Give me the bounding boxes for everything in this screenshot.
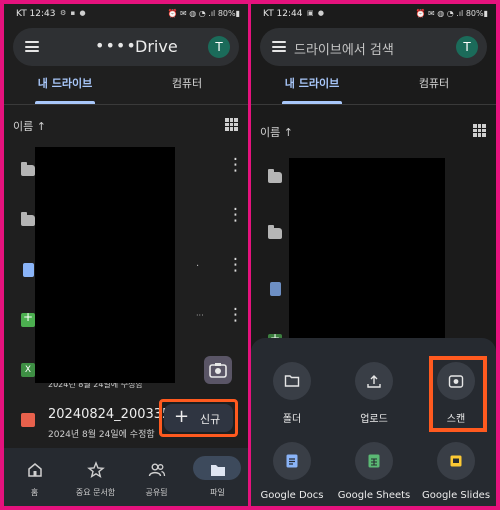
avatar[interactable]: T xyxy=(208,36,230,58)
action-label: 업로드 xyxy=(360,414,388,425)
nav-home[interactable]: 홈 xyxy=(4,448,65,506)
status-time: KT 12:43 xyxy=(16,9,56,19)
status-bar: KT 12:44 ▣ ● ⏰ ✉ ◍ ◔ .ıl 80%▮ xyxy=(251,4,496,24)
app-title: Drive xyxy=(135,37,178,56)
camera-icon xyxy=(209,363,227,378)
google-dots-logo: •••• xyxy=(95,36,137,55)
tab-bar: 내 드라이브 컴퓨터 xyxy=(4,76,248,104)
doc-file-icon xyxy=(23,263,34,277)
tab-my-drive[interactable]: 내 드라이브 xyxy=(4,76,126,104)
file-name: 20240824_200335 xyxy=(48,407,171,422)
right-screen: KT 12:44 ▣ ● ⏰ ✉ ◍ ◔ .ıl 80%▮ 드라이브에서 검색 … xyxy=(251,4,496,506)
star-icon xyxy=(87,461,105,479)
sort-by-name[interactable]: 이름 ↑ xyxy=(13,118,46,134)
avatar[interactable]: T xyxy=(456,36,478,58)
excel-file-icon: X xyxy=(21,363,35,377)
docs-icon xyxy=(286,454,298,468)
action-label: Google Sheets xyxy=(337,490,411,501)
folder-icon xyxy=(268,169,282,183)
divider xyxy=(4,104,248,105)
search-placeholder: 드라이브에서 검색 xyxy=(294,43,394,58)
sheets-icon xyxy=(368,454,380,468)
people-icon xyxy=(148,463,166,477)
tab-label: 내 드라이브 xyxy=(37,77,93,90)
folder-icon xyxy=(21,212,35,226)
redaction-block xyxy=(289,158,445,344)
slides-icon xyxy=(450,455,462,467)
nav-label: 홈 xyxy=(30,488,39,497)
partial-text: · xyxy=(196,261,200,272)
doc-file-icon xyxy=(270,282,281,296)
status-battery: ⏰ ✉ ◍ ◔ .ıl 80%▮ xyxy=(415,9,488,18)
upload-icon xyxy=(367,375,381,388)
nav-shared[interactable]: 공유됨 xyxy=(126,448,187,506)
upload-button[interactable]: 업로드 xyxy=(333,362,415,442)
tab-computers[interactable]: 컴퓨터 xyxy=(373,76,495,104)
home-icon xyxy=(28,463,42,477)
menu-icon[interactable] xyxy=(25,41,39,52)
nav-label: 공유됨 xyxy=(145,488,168,497)
action-label: Google Docs xyxy=(260,490,324,501)
grid-view-icon[interactable] xyxy=(225,118,238,131)
new-button[interactable]: + 신규 xyxy=(159,399,238,437)
nav-starred[interactable]: 중요 문서함 xyxy=(65,448,126,506)
new-button-label: 신규 xyxy=(200,413,221,426)
create-docs-button[interactable]: Google Docs xyxy=(251,442,333,506)
divider xyxy=(251,104,496,105)
status-battery: ⏰ ✉ ◍ ◔ .ıl 80%▮ xyxy=(167,9,240,18)
tab-label: 컴퓨터 xyxy=(171,77,203,90)
create-folder-button[interactable]: 폴더 xyxy=(251,362,333,442)
scan-highlight-box xyxy=(429,356,487,432)
tab-label: 컴퓨터 xyxy=(418,77,450,90)
folder-icon xyxy=(268,225,282,239)
nav-label: 파일 xyxy=(210,488,225,497)
search-bar[interactable]: 드라이브에서 검색 T xyxy=(260,28,487,66)
status-icons: ⚙ ▪ ● xyxy=(60,9,87,17)
folder-icon xyxy=(211,465,225,476)
status-time: KT 12:44 xyxy=(263,9,303,19)
left-screen: KT 12:43 ⚙ ▪ ● ⏰ ✉ ◍ ◔ .ıl 80%▮ •••• Dri… xyxy=(4,4,248,506)
action-label: Google Slides xyxy=(421,490,491,501)
scan-shortcut-button[interactable] xyxy=(204,356,232,384)
folder-icon xyxy=(21,162,35,176)
sort-by-name[interactable]: 이름 ↑ xyxy=(260,124,293,140)
status-icons: ▣ ● xyxy=(307,9,325,17)
create-slides-button[interactable]: Google Slides xyxy=(415,442,496,506)
folder-outline-icon xyxy=(284,375,300,387)
top-app-bar: •••• Drive T xyxy=(13,28,239,66)
tab-bar: 내 드라이브 컴퓨터 xyxy=(251,76,496,104)
tab-label: 내 드라이브 xyxy=(284,77,340,90)
redaction-block xyxy=(35,147,175,383)
status-bar: KT 12:43 ⚙ ▪ ● ⏰ ✉ ◍ ◔ .ıl 80%▮ xyxy=(4,4,248,24)
tab-my-drive[interactable]: 내 드라이브 xyxy=(251,76,373,104)
video-file-icon xyxy=(21,413,35,427)
tab-computers[interactable]: 컴퓨터 xyxy=(126,76,248,104)
partial-text: ··· xyxy=(196,311,204,320)
nav-files[interactable]: 파일 xyxy=(187,448,248,506)
nav-label: 중요 문서함 xyxy=(75,488,116,497)
plus-icon: + xyxy=(174,406,190,427)
create-sheets-button[interactable]: Google Sheets xyxy=(333,442,415,506)
file-date: 2024년 8월 24일에 수정함 xyxy=(48,430,155,440)
grid-view-icon[interactable] xyxy=(473,124,486,137)
bottom-navigation: 홈 중요 문서함 공유됨 파일 xyxy=(4,448,248,506)
sheet-file-icon xyxy=(21,310,35,327)
action-label: 폴더 xyxy=(282,414,302,425)
menu-icon[interactable] xyxy=(272,41,286,52)
